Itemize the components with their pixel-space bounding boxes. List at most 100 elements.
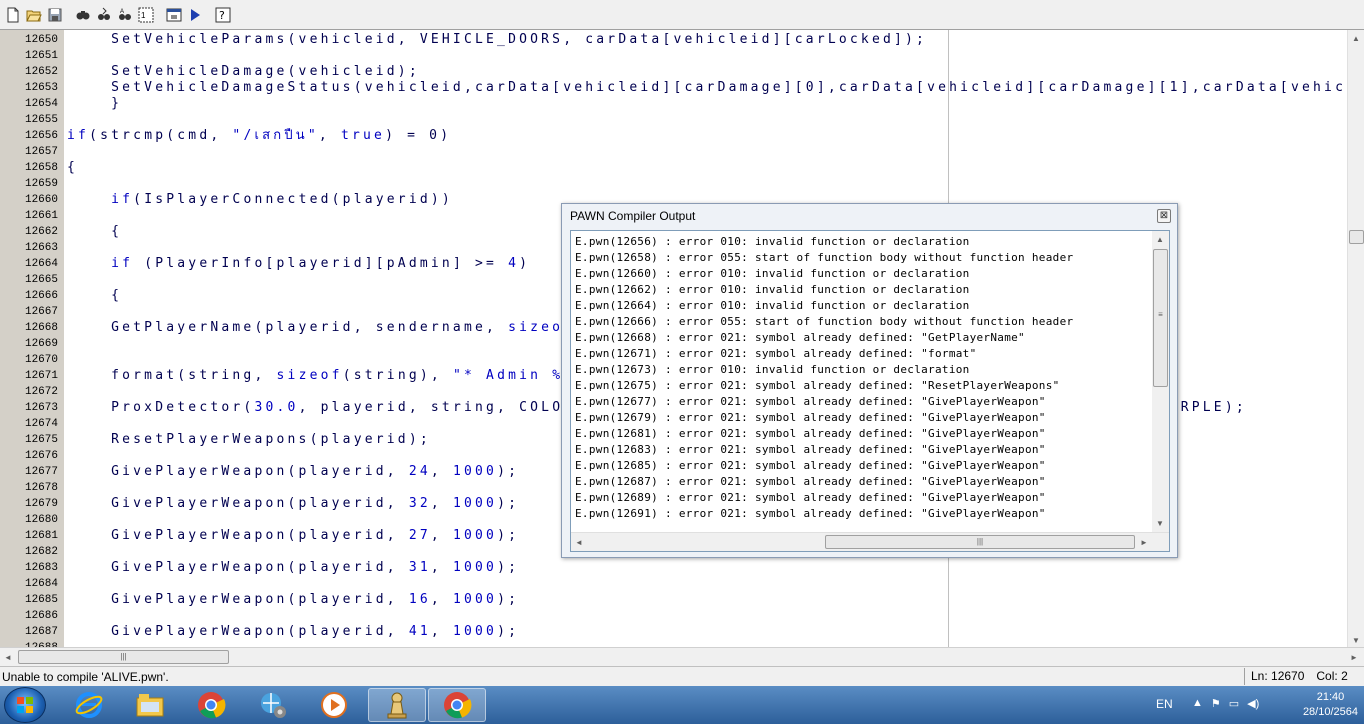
line-number: 12684 xyxy=(24,578,58,590)
compiler-message[interactable]: E.pwn(12683) : error 021: symbol already… xyxy=(575,442,1073,458)
compiler-message[interactable]: E.pwn(12666) : error 055: start of funct… xyxy=(575,314,1073,330)
compiler-message[interactable]: E.pwn(12668) : error 021: symbol already… xyxy=(575,330,1073,346)
compiler-message[interactable]: E.pwn(12673) : error 010: invalid functi… xyxy=(575,362,1073,378)
open-file-button[interactable] xyxy=(24,3,44,26)
line-number: 12679 xyxy=(24,498,58,510)
run-button[interactable] xyxy=(185,3,205,26)
compiler-message[interactable]: E.pwn(12689) : error 021: symbol already… xyxy=(575,490,1073,506)
line-number: 12677 xyxy=(24,466,58,478)
compiler-message[interactable]: E.pwn(12687) : error 021: symbol already… xyxy=(575,474,1073,490)
code-line[interactable] xyxy=(67,576,1357,592)
scroll-left-icon[interactable]: ◄ xyxy=(0,649,16,665)
output-vertical-scrollbar[interactable]: ▲ ≡ ▼ xyxy=(1152,231,1169,533)
scroll-left-icon[interactable]: ◄ xyxy=(571,534,587,550)
code-line[interactable]: SetVehicleDamage(vehicleid); xyxy=(67,64,1357,80)
compiler-message[interactable]: E.pwn(12656) : error 010: invalid functi… xyxy=(575,234,1073,250)
cursor-line: Ln: 12670 xyxy=(1251,669,1305,683)
replace-button[interactable]: A xyxy=(115,3,135,26)
code-token: 24 xyxy=(408,464,431,479)
code-line[interactable] xyxy=(67,48,1357,64)
scroll-right-icon[interactable]: ► xyxy=(1136,534,1152,550)
taskbar-internet-explorer[interactable] xyxy=(60,688,118,722)
system-tray: EN ▲ ⚑ ▭ ◀) 21:40 28/10/2564 xyxy=(1150,686,1364,724)
line-number: 12676 xyxy=(24,450,58,462)
code-line[interactable] xyxy=(67,144,1357,160)
editor-vertical-scrollbar[interactable]: ▲ ▼ xyxy=(1347,30,1364,647)
compiler-message[interactable]: E.pwn(12675) : error 021: symbol already… xyxy=(575,378,1073,394)
code-token: SetVehicleParams(vehicleid, VEHICLE_DOOR… xyxy=(67,32,928,47)
volume-icon[interactable]: ◀) xyxy=(1247,697,1259,710)
code-line[interactable]: { xyxy=(67,160,1357,176)
code-token: { xyxy=(67,288,123,303)
internet-explorer-icon xyxy=(75,692,103,718)
code-token: , xyxy=(430,496,453,511)
taskbar-media-player[interactable] xyxy=(305,688,363,722)
line-number: 12683 xyxy=(24,562,58,574)
taskbar-network-tool[interactable] xyxy=(244,688,302,722)
scroll-down-icon[interactable]: ▼ xyxy=(1348,632,1364,647)
compiler-message[interactable]: E.pwn(12660) : error 010: invalid functi… xyxy=(575,266,1073,282)
language-indicator[interactable]: EN xyxy=(1156,697,1173,711)
output-horizontal-scrollbar[interactable]: ◄ ||| ► xyxy=(571,532,1169,551)
editor-horizontal-scrollbar[interactable]: ◄ ||| ► xyxy=(0,647,1364,665)
code-line[interactable] xyxy=(67,640,1357,647)
editor-horizontal-scroll-thumb[interactable]: ||| xyxy=(18,650,229,664)
code-token: 1000 xyxy=(452,624,498,639)
editor-vertical-scroll-thumb[interactable] xyxy=(1349,230,1364,244)
code-line[interactable]: SetVehicleParams(vehicleid, VEHICLE_DOOR… xyxy=(67,32,1357,48)
compiler-message[interactable]: E.pwn(12681) : error 021: symbol already… xyxy=(575,426,1073,442)
line-number: 12685 xyxy=(24,594,58,606)
code-token: 27 xyxy=(408,528,431,543)
save-button[interactable] xyxy=(45,3,65,26)
code-token: 32 xyxy=(408,496,431,511)
compiler-message[interactable]: E.pwn(12691) : error 021: symbol already… xyxy=(575,506,1073,522)
scroll-up-icon[interactable]: ▲ xyxy=(1348,30,1364,46)
clock[interactable]: 21:40 28/10/2564 xyxy=(1303,690,1358,720)
compile-button[interactable] xyxy=(164,3,184,26)
code-line[interactable]: GivePlayerWeapon(playerid, 16, 1000); xyxy=(67,592,1357,608)
code-line[interactable] xyxy=(67,176,1357,192)
code-line[interactable] xyxy=(67,112,1357,128)
scroll-right-icon[interactable]: ► xyxy=(1346,649,1362,665)
code-token: SetVehicleDamage(vehicleid); xyxy=(67,64,420,79)
compiler-output-list[interactable]: E.pwn(12656) : error 010: invalid functi… xyxy=(570,230,1170,552)
compiler-message[interactable]: E.pwn(12677) : error 021: symbol already… xyxy=(575,394,1073,410)
find-button[interactable] xyxy=(73,3,93,26)
code-token: GivePlayerWeapon(playerid, xyxy=(67,528,409,543)
compiler-messages[interactable]: E.pwn(12656) : error 010: invalid functi… xyxy=(575,234,1073,522)
output-vertical-scroll-thumb[interactable]: ≡ xyxy=(1153,249,1168,387)
new-file-button[interactable] xyxy=(3,3,23,26)
power-icon[interactable]: ▭ xyxy=(1229,697,1239,710)
scroll-down-icon[interactable]: ▼ xyxy=(1152,515,1168,531)
find-next-button[interactable] xyxy=(94,3,114,26)
code-line[interactable] xyxy=(67,608,1357,624)
code-token: if xyxy=(111,256,134,271)
compiler-message[interactable]: E.pwn(12662) : error 010: invalid functi… xyxy=(575,282,1073,298)
taskbar-chrome-window[interactable] xyxy=(428,688,486,722)
show-hidden-icons-icon[interactable]: ▲ xyxy=(1192,697,1203,710)
compiler-message[interactable]: E.pwn(12671) : error 021: symbol already… xyxy=(575,346,1073,362)
taskbar-file-explorer[interactable] xyxy=(121,688,179,722)
line-number: 12657 xyxy=(24,146,58,158)
compiler-message[interactable]: E.pwn(12685) : error 021: symbol already… xyxy=(575,458,1073,474)
code-line[interactable]: GivePlayerWeapon(playerid, 31, 1000); xyxy=(67,560,1357,576)
code-line[interactable]: if(strcmp(cmd, "/เสกปืน", true) = 0) xyxy=(67,128,1357,144)
taskbar-pawno[interactable] xyxy=(368,688,426,722)
close-icon[interactable]: ⊠ xyxy=(1157,209,1171,223)
code-token: (PlayerInfo[playerid][pAdmin] >= xyxy=(133,256,509,271)
output-horizontal-scroll-thumb[interactable]: ||| xyxy=(825,535,1135,549)
goto-line-button[interactable]: 1 xyxy=(136,3,156,26)
taskbar-chrome[interactable] xyxy=(182,688,240,722)
scroll-up-icon[interactable]: ▲ xyxy=(1152,231,1168,247)
compile-icon xyxy=(166,8,182,21)
action-center-icon[interactable]: ⚑ xyxy=(1211,697,1221,710)
line-number: 12673 xyxy=(24,402,58,414)
start-button[interactable] xyxy=(4,687,46,723)
compiler-message[interactable]: E.pwn(12664) : error 010: invalid functi… xyxy=(575,298,1073,314)
code-line[interactable]: SetVehicleDamageStatus(vehicleid,carData… xyxy=(67,80,1357,96)
code-line[interactable]: GivePlayerWeapon(playerid, 41, 1000); xyxy=(67,624,1357,640)
compiler-message[interactable]: E.pwn(12658) : error 055: start of funct… xyxy=(575,250,1073,266)
help-button[interactable]: ? xyxy=(213,3,233,26)
code-line[interactable]: } xyxy=(67,96,1357,112)
compiler-message[interactable]: E.pwn(12679) : error 021: symbol already… xyxy=(575,410,1073,426)
